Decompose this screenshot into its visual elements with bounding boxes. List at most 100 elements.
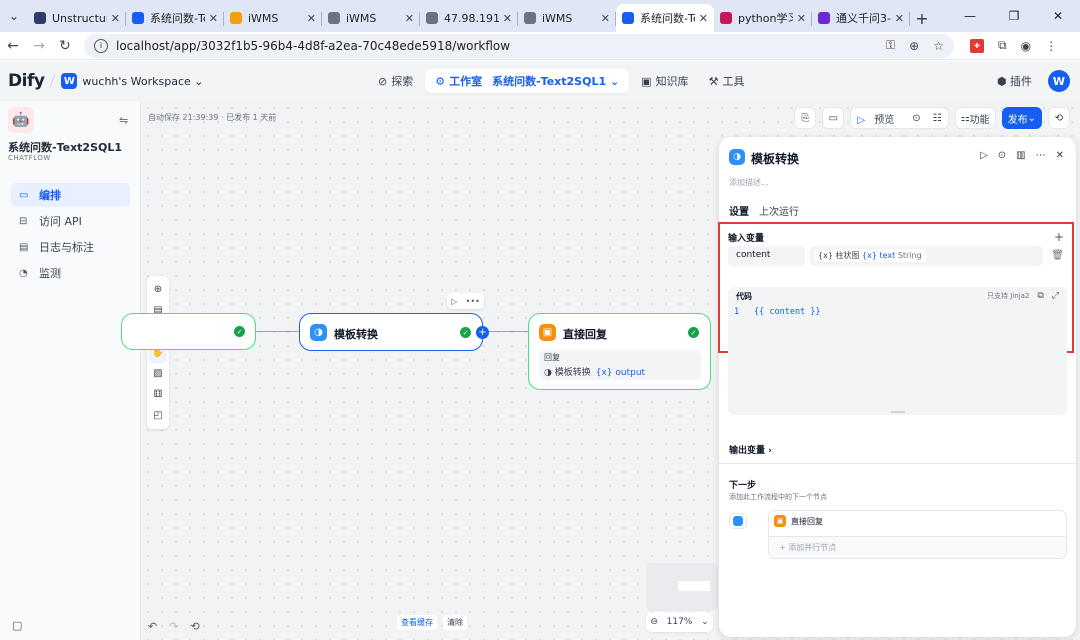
tab-close-icon[interactable]: ✕ [895, 12, 904, 25]
collapse-sidebar-icon[interactable]: ▢ [12, 619, 22, 632]
run-step-icon[interactable]: ▷ [980, 150, 988, 161]
nav-knowledge[interactable]: ▣ 知识库 [633, 69, 696, 93]
previous-node[interactable]: ✓ [121, 313, 256, 350]
undo-icon[interactable]: ↶ [148, 620, 157, 633]
nav-explore[interactable]: ⊘ 探索 [370, 69, 421, 93]
clear-cache-button[interactable]: 清除 [443, 615, 467, 630]
description-input[interactable]: 添加描述... [729, 177, 769, 188]
help-icon[interactable]: ⊙ [998, 150, 1006, 161]
version-history-icon[interactable]: ⟲ [1048, 107, 1070, 129]
panel-title[interactable]: 模板转换 [751, 150, 799, 167]
var-ref-selector[interactable]: {x} 柱状图 {x} text String [810, 246, 1043, 266]
sidebar-item[interactable]: ▤ 日志与标注 [11, 235, 130, 259]
back-icon[interactable]: ← [0, 38, 26, 54]
expand-icon[interactable]: ⤢ [1052, 291, 1059, 301]
minimap[interactable] [646, 563, 718, 611]
code-line[interactable]: 1 {{ content }} [728, 305, 1067, 317]
bookmark-star-icon[interactable]: ☆ [933, 39, 944, 53]
more-icon[interactable]: ••• [466, 297, 480, 306]
add-input-var-icon[interactable]: + [1054, 230, 1064, 244]
key-icon[interactable]: ⚿ [886, 38, 895, 53]
tab-close-icon[interactable]: ✕ [699, 12, 708, 25]
code-editor[interactable]: 代码 只支持 Jinja2 ⧉ ⤢ 1 {{ content }} [728, 287, 1067, 415]
zoom-icon[interactable]: ⊕ [909, 39, 919, 53]
view-cache-button[interactable]: 查看缓存 [397, 615, 437, 630]
browser-tab[interactable]: iWMS ✕ [322, 4, 420, 32]
export-image-icon[interactable]: ▨ [147, 363, 169, 384]
zoom-out-icon[interactable]: ⊖ [650, 617, 658, 627]
nav-tools[interactable]: ⚒ 工具 [701, 69, 753, 93]
more-icon[interactable]: ⋯ [1036, 150, 1046, 161]
sidebar-item[interactable]: ◔ 监测 [11, 261, 130, 285]
env-vars-button[interactable]: ⎘ [794, 107, 817, 129]
extension-icon[interactable]: ✚ [970, 38, 984, 53]
site-info-icon[interactable]: i [94, 38, 108, 53]
tab-title: 系统问数-Te [150, 12, 205, 25]
run-node-icon[interactable]: ▷ [451, 297, 457, 306]
sidebar-settings-icon[interactable]: ⇋ [119, 114, 128, 127]
resize-handle[interactable] [891, 411, 905, 413]
zoom-level[interactable]: 117% [667, 617, 693, 627]
add-node-icon[interactable]: ⊕ [147, 279, 169, 300]
plugins-button[interactable]: ⬢ 插件 [997, 73, 1032, 89]
output-vars-toggle[interactable]: 输出变量 › [729, 443, 772, 456]
browser-tab[interactable]: python学习 ✕ [714, 4, 812, 32]
sidebar-item[interactable]: ▭ 编排 [11, 183, 130, 207]
restore-icon[interactable]: ❐ [992, 0, 1036, 32]
profile-icon[interactable]: ◉ [1021, 39, 1031, 53]
browser-tab[interactable]: Unstructured ✕ [28, 4, 126, 32]
tab-close-icon[interactable]: ✕ [503, 12, 512, 25]
tab-close-icon[interactable]: ✕ [111, 12, 120, 25]
forward-icon[interactable]: → [26, 38, 52, 54]
user-avatar[interactable]: W [1048, 70, 1070, 92]
template-node[interactable]: ◑ 模板转换 ✓ + [299, 313, 489, 351]
browser-tab[interactable]: 系统问数-Te ✕ [126, 4, 224, 32]
close-panel-icon[interactable]: ✕ [1056, 150, 1064, 161]
tab-close-icon[interactable]: ✕ [797, 12, 806, 25]
url-input[interactable]: i localhost/app/3032f1b5-96b4-4d8f-a2ea-… [84, 33, 954, 58]
browser-tab[interactable]: 通义千问3-1 ✕ [812, 4, 910, 32]
delete-var-icon[interactable]: 🗑 [1051, 250, 1064, 261]
var-name-input[interactable]: content [728, 246, 805, 266]
add-parallel-node-button[interactable]: + 添加并行节点 [769, 536, 1066, 558]
menu-icon[interactable]: ⋮ [1045, 39, 1057, 53]
zoom-dropdown-icon[interactable]: ⌄ [701, 617, 709, 627]
tab-close-icon[interactable]: ✕ [601, 12, 610, 25]
puzzle-icon[interactable]: ⧉ [998, 38, 1007, 53]
reload-icon[interactable]: ↻ [52, 38, 78, 54]
tab-close-icon[interactable]: ✕ [307, 12, 316, 25]
add-next-node-icon[interactable]: + [476, 326, 489, 339]
tab-search-dropdown-icon[interactable]: ⌄ [0, 0, 28, 32]
history-run-icon[interactable]: ⊙ [906, 113, 926, 124]
conversation-vars-button[interactable]: ▭ [822, 107, 845, 129]
next-node-item[interactable]: ▣ 直接回复 [774, 515, 823, 527]
minimize-icon[interactable]: — [948, 0, 992, 32]
browser-tab[interactable]: iWMS ✕ [518, 4, 616, 32]
new-tab-button[interactable]: + [910, 4, 934, 32]
checklist-icon[interactable]: ☷ [927, 113, 948, 124]
preview-button[interactable]: ▷ 预览 [851, 111, 906, 126]
sidebar-item[interactable]: ⊟ 访问 API [11, 209, 130, 233]
dify-logo[interactable]: Dify [8, 71, 45, 91]
browser-tab[interactable]: iWMS ✕ [224, 4, 322, 32]
split-view-icon[interactable]: ▥ [1016, 150, 1025, 161]
app-type: CHATFLOW [8, 154, 51, 162]
features-button[interactable]: ⚏ 功能 [954, 107, 996, 129]
tab-close-icon[interactable]: ✕ [209, 12, 218, 25]
workspace-switcher[interactable]: wuchh's Workspace ⌄ [82, 75, 203, 88]
browser-tab[interactable]: 系统问数-Te ✕ [616, 4, 714, 32]
tab-last-run[interactable]: 上次运行 [759, 203, 799, 218]
tab-close-icon[interactable]: ✕ [405, 12, 414, 25]
redo-icon[interactable]: ↷ [169, 620, 178, 633]
answer-node[interactable]: ▣ 直接回复 ✓ 回复 ◑ 模板转换 {x} output [528, 313, 711, 390]
nav-studio[interactable]: ⚙ 工作室 系统问数-Text2SQL1 ⌄ [425, 69, 630, 93]
copy-icon[interactable]: ⧉ [1037, 291, 1043, 301]
browser-tab[interactable]: 47.98.191.3 ✕ [420, 4, 518, 32]
minimap-toggle-icon[interactable]: ◰ [147, 405, 169, 426]
publish-button[interactable]: 发布 ⌄ [1001, 107, 1042, 129]
tab-settings[interactable]: 设置 [729, 203, 749, 218]
current-app-selector[interactable]: 系统问数-Text2SQL1 ⌄ [492, 73, 619, 89]
history-icon[interactable]: ⟲ [190, 620, 199, 633]
close-window-icon[interactable]: ✕ [1036, 0, 1080, 32]
organize-icon[interactable]: ⚅ [147, 384, 169, 405]
